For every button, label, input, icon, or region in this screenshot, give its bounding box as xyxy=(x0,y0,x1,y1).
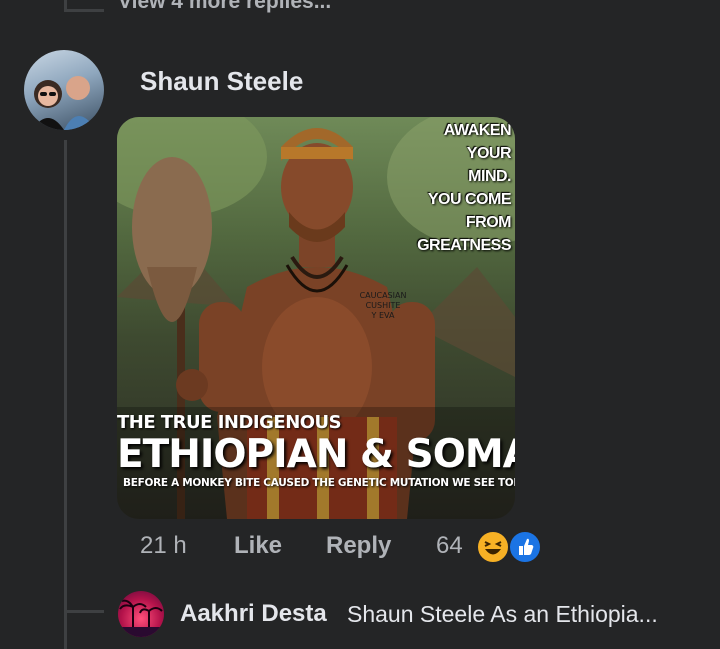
palm-tree-icon xyxy=(118,599,164,637)
thread-line-main xyxy=(64,140,67,649)
chest-line-3: Y EVA xyxy=(371,311,395,320)
image-title-big: ETHIOPIAN & SOMALIAN xyxy=(117,432,515,477)
slogan-line-2: YOUR xyxy=(466,145,512,162)
reply-button[interactable]: Reply xyxy=(326,532,391,566)
avatar-photo xyxy=(32,76,96,130)
slogan-line-4: YOU COME xyxy=(427,191,512,208)
slogan-line-5: FROM xyxy=(465,214,512,231)
avatar[interactable] xyxy=(24,50,104,130)
haha-icon[interactable] xyxy=(476,530,510,564)
slogan-line-6: GREATNESS xyxy=(417,237,511,254)
image-subtitle: BEFORE A MONKEY BITE CAUSED THE GENETIC … xyxy=(123,477,515,489)
reply-author-name[interactable]: Aakhri Desta xyxy=(180,600,327,628)
reply-avatar[interactable] xyxy=(118,591,164,637)
view-more-replies-link[interactable]: View 4 more replies... xyxy=(118,0,331,14)
like-button[interactable]: Like xyxy=(234,532,282,566)
comment-author-name[interactable]: Shaun Steele xyxy=(140,66,303,97)
like-icon[interactable] xyxy=(508,530,542,564)
slogan-line-1: AWAKEN xyxy=(443,122,512,139)
thread-line-top-curve xyxy=(64,9,104,12)
comment-image[interactable]: CAUCASIAN CUSHITE Y EVA AWAKEN YOUR MIND… xyxy=(117,117,515,519)
reply-preview-text[interactable]: Shaun Steele As an Ethiopia... xyxy=(347,601,658,628)
chest-inscription: CAUCASIAN CUSHITE Y EVA xyxy=(353,291,413,321)
chest-line-2: CUSHITE xyxy=(365,301,401,310)
slogan-line-3: MIND. xyxy=(468,168,511,185)
comment-timestamp[interactable]: 21 h xyxy=(140,532,187,566)
thread-line-reply xyxy=(64,610,104,613)
chest-line-1: CAUCASIAN xyxy=(359,291,407,300)
image-title-small: THE TRUE INDIGENOUS xyxy=(117,412,342,433)
reaction-count[interactable]: 64 xyxy=(436,532,463,566)
image-slogan: AWAKEN YOUR MIND. YOU COME FROM GREATNES… xyxy=(371,119,511,257)
